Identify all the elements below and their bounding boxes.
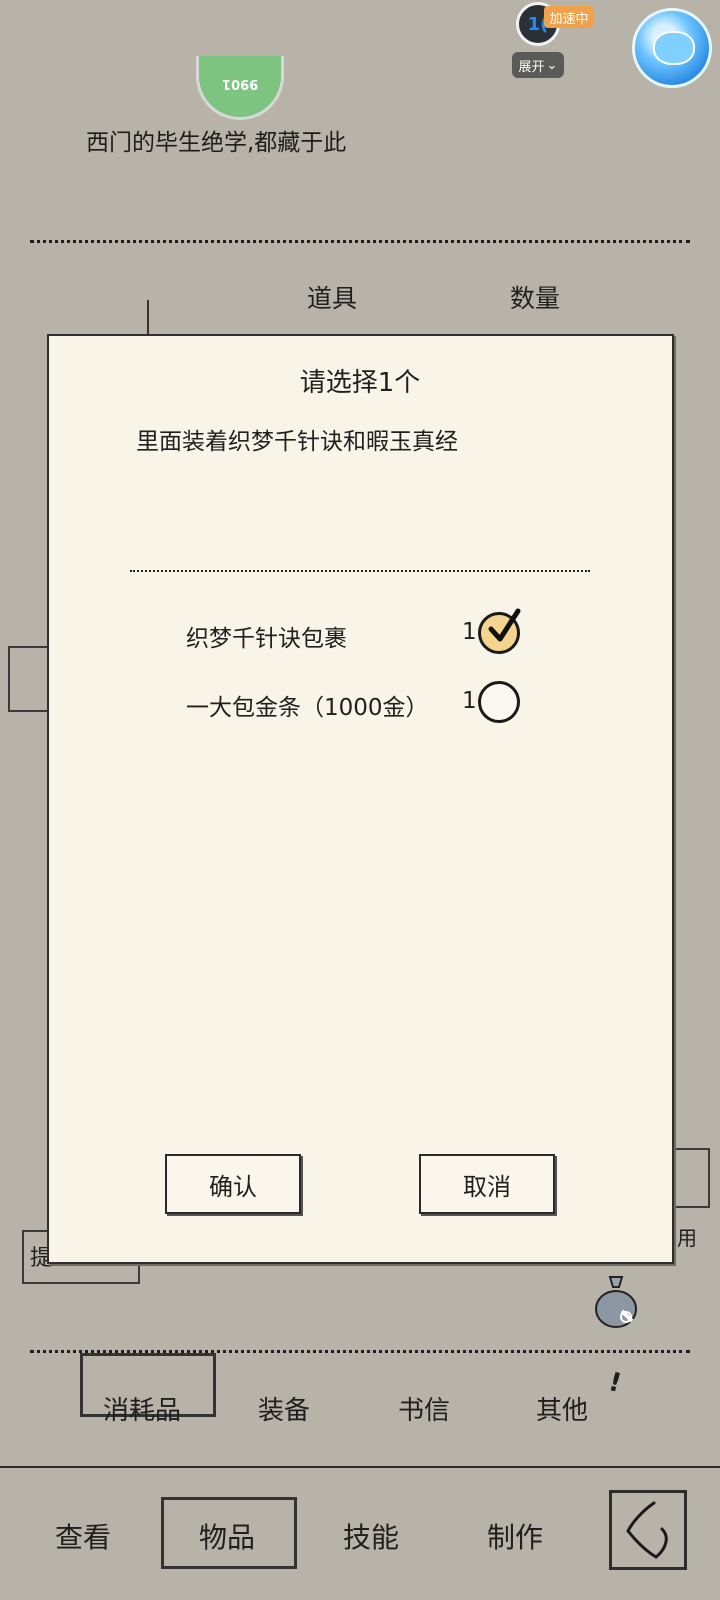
game-assistant-icon[interactable] [632, 8, 712, 88]
dialog-title: 请选择1个 [299, 368, 421, 398]
bottom-nav-divider [0, 1466, 720, 1468]
expand-label: 展开 [518, 59, 545, 75]
select-dialog [47, 334, 674, 1264]
option-qty-2: 1 [462, 688, 477, 714]
tab-consumables-label: 消耗品 [103, 1396, 182, 1426]
dialog-divider [130, 570, 590, 572]
column-header-quantity: 数量 [510, 284, 561, 313]
back-button[interactable] [609, 1490, 687, 1570]
money-bag-icon[interactable] [592, 1273, 640, 1329]
column-header-item: 道具 [307, 284, 358, 313]
nav-crafting[interactable]: 制作 [487, 1516, 543, 1556]
option-label-2: 一大包金条（1000金） [186, 695, 429, 721]
cancel-button[interactable]: 取消 [419, 1154, 555, 1214]
option-radio-2[interactable] [478, 681, 520, 723]
option-label-1: 织梦千针诀包裹 [186, 626, 347, 652]
nav-view[interactable]: 查看 [55, 1516, 111, 1556]
tab-equipment[interactable]: 装备 [258, 1390, 310, 1427]
option-radio-1[interactable] [478, 608, 521, 654]
background-partial-right-label: 用 [677, 1226, 697, 1250]
character-avatar: 9901 [196, 56, 284, 120]
column-separator [147, 300, 149, 336]
nav-skills[interactable]: 技能 [343, 1516, 399, 1556]
back-icon [626, 1501, 668, 1559]
expand-button[interactable]: 展开 ⌄ [512, 52, 564, 78]
tab-others[interactable]: 其他 [536, 1390, 588, 1427]
divider-top [30, 240, 690, 243]
assistant-face [653, 31, 695, 65]
page-subtitle: 西门的毕生绝学,都藏于此 [86, 130, 347, 156]
option-qty-1: 1 [462, 619, 477, 645]
dialog-description: 里面装着织梦千针诀和暇玉真经 [136, 429, 458, 455]
new-indicator-mark: ! [605, 1366, 625, 1400]
confirm-label: 确认 [209, 1172, 257, 1201]
checkmark-icon [488, 608, 521, 642]
background-right-box [668, 1148, 710, 1208]
avatar-text: 9901 [221, 76, 259, 91]
tab-letters[interactable]: 书信 [398, 1390, 450, 1427]
cancel-label: 取消 [463, 1172, 511, 1201]
confirm-button[interactable]: 确认 [165, 1154, 301, 1214]
game-screen: 9901 西门的毕生绝学,都藏于此 道具 数量 用 提 请选择1个 里面装着织梦… [0, 0, 720, 1600]
nav-items-label: 物品 [199, 1521, 256, 1554]
chevron-down-icon: ⌄ [546, 57, 558, 73]
speed-status-badge: 加速中 [544, 6, 594, 28]
